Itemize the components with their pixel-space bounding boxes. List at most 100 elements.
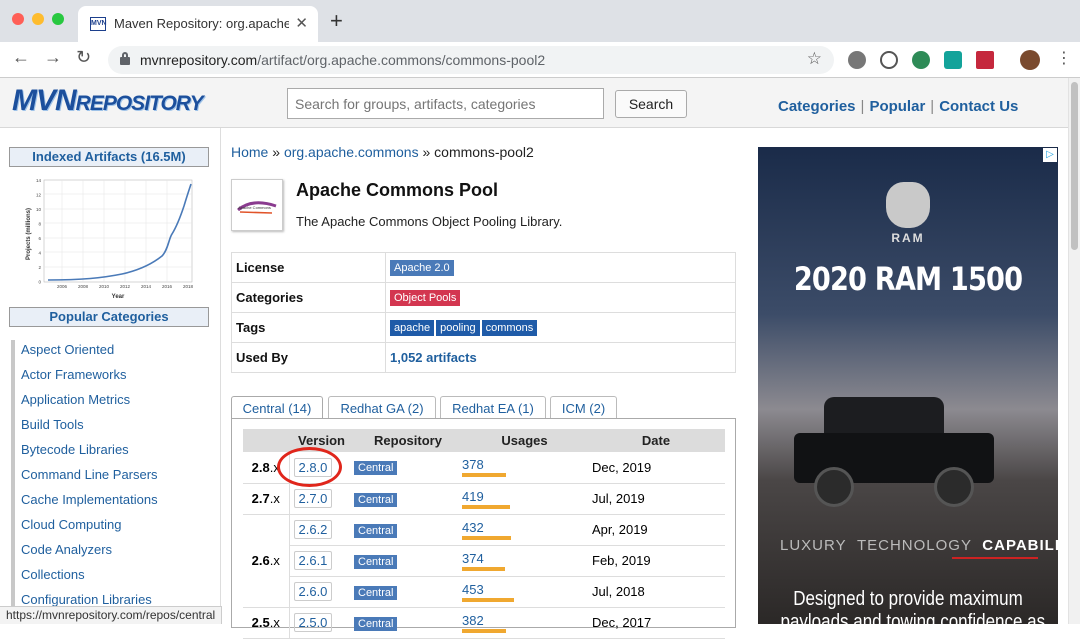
breadcrumb-group[interactable]: org.apache.commons (284, 144, 419, 160)
usage-bar (462, 504, 510, 509)
top-navigation: Categories | Popular | Contact Us (778, 98, 1019, 115)
chart-ytick: 6 (38, 236, 41, 241)
usage-bar (462, 535, 511, 540)
repository-badge[interactable]: Central (354, 492, 398, 507)
nav-contact-link[interactable]: Contact Us (939, 98, 1018, 115)
used-by-link[interactable]: 1,052 artifacts (390, 350, 477, 365)
extension-tomato-icon[interactable] (848, 51, 866, 69)
extension-diamond-icon[interactable] (944, 51, 962, 69)
category-link[interactable]: Build Tools (11, 415, 158, 440)
scrollbar-thumb[interactable] (1071, 82, 1078, 250)
new-tab-button[interactable]: + (330, 8, 343, 34)
highlight-circle (277, 447, 342, 487)
usages-link[interactable]: 453 (462, 582, 484, 597)
ad-footer-line-2: payloads and towing confidence as (780, 611, 1046, 624)
tag-commons[interactable]: commons (481, 320, 538, 336)
release-date: Jul, 2019 (587, 483, 725, 515)
tag-pooling[interactable]: pooling (436, 320, 480, 336)
usages-link[interactable]: 382 (462, 613, 484, 628)
version-link[interactable]: 2.6.1 (293, 551, 333, 570)
indexed-artifacts-title[interactable]: Indexed Artifacts (16.5M) (9, 147, 209, 167)
usages-link[interactable]: 378 (462, 457, 484, 472)
repository-badge[interactable]: Central (354, 461, 398, 476)
usages-link[interactable]: 432 (462, 520, 484, 535)
extension-globe-icon[interactable] (912, 51, 930, 69)
version-row: 2.5.x 2.5.0 Central 382 Dec, 2017 (243, 607, 725, 639)
category-badge[interactable]: Object Pools (390, 290, 461, 306)
category-link[interactable]: Application Metrics (11, 390, 158, 415)
extension-face-icon[interactable] (880, 51, 898, 69)
chart-xtick: 2010 (99, 284, 110, 289)
repository-badge[interactable]: Central (354, 585, 398, 600)
version-link[interactable]: 2.6.0 (293, 582, 333, 601)
bookmark-star-icon[interactable]: ☆ (807, 49, 822, 69)
browser-tab[interactable]: MVN Maven Repository: org.apache.c ✕ (78, 6, 318, 42)
close-window-button[interactable] (12, 13, 24, 25)
ad-info-icon[interactable]: ▷ (1043, 148, 1057, 162)
license-badge[interactable]: Apache 2.0 (390, 260, 454, 276)
tab-icm[interactable]: ICM (2) (550, 396, 617, 419)
release-date: Apr, 2019 (587, 514, 725, 546)
version-group: 2.5.x (243, 607, 290, 639)
category-link[interactable]: Actor Frameworks (11, 365, 158, 390)
maximize-window-button[interactable] (52, 13, 64, 25)
search-button[interactable]: Search (615, 90, 687, 118)
chart-xtick: 2014 (141, 284, 152, 289)
ram-logo-icon (886, 182, 930, 228)
repository-badge[interactable]: Central (354, 523, 398, 538)
main-content: Home » org.apache.commons » commons-pool… (231, 128, 737, 639)
usages-link[interactable]: 419 (462, 489, 484, 504)
header-usages: Usages (462, 429, 587, 452)
artifact-title: Apache Commons Pool (296, 180, 499, 200)
mvnrepository-logo[interactable]: MVNREPOSITORY (12, 84, 204, 120)
minimize-window-button[interactable] (32, 13, 44, 25)
chart-ytick: 4 (38, 251, 41, 256)
usage-bar (462, 628, 506, 633)
version-link[interactable]: 2.7.0 (293, 489, 333, 508)
breadcrumb-home[interactable]: Home (231, 144, 268, 160)
version-link[interactable]: 2.5.0 (293, 613, 333, 632)
category-link[interactable]: Aspect Oriented (11, 340, 158, 365)
category-link[interactable]: Cloud Computing (11, 515, 158, 540)
address-url[interactable]: mvnrepository.com/artifact/org.apache.co… (140, 52, 545, 68)
profile-avatar[interactable] (1020, 50, 1040, 70)
breadcrumb-artifact: commons-pool2 (434, 144, 534, 160)
version-row: 2.6.0 Central 453 Jul, 2018 (243, 576, 725, 608)
breadcrumb: Home » org.apache.commons » commons-pool… (231, 144, 534, 160)
artifact-logo: Apache Commons (231, 179, 283, 231)
advertisement[interactable]: ▷ RAM 2020 RAM 1500 LUXURY TECHNOLOGY CA… (758, 147, 1058, 624)
usages-link[interactable]: 374 (462, 551, 484, 566)
browser-tab-bar: MVN Maven Repository: org.apache.c ✕ + (0, 0, 1080, 42)
ad-footer-line-1: Designed to provide maximum (793, 588, 1023, 610)
category-link[interactable]: Bytecode Libraries (11, 440, 158, 465)
page-scrollbar[interactable] (1068, 78, 1080, 624)
forward-arrow-icon[interactable]: → (44, 47, 62, 68)
version-link[interactable]: 2.6.2 (293, 520, 333, 539)
chart-ytick: 10 (36, 207, 42, 212)
reload-icon[interactable]: ↻ (76, 47, 91, 68)
category-link[interactable]: Collections (11, 565, 158, 590)
chart-xlabel: Year (112, 294, 125, 300)
chart-ytick: 14 (36, 178, 42, 183)
search-input[interactable] (287, 88, 604, 119)
release-date: Dec, 2019 (587, 452, 725, 484)
popular-categories-title[interactable]: Popular Categories (9, 307, 209, 327)
usage-bar (462, 566, 505, 571)
close-tab-icon[interactable]: ✕ (295, 14, 308, 32)
address-bar[interactable]: mvnrepository.com/artifact/org.apache.co… (108, 46, 834, 74)
tab-central[interactable]: Central (14) (231, 396, 323, 419)
nav-popular-link[interactable]: Popular (869, 98, 925, 115)
extension-flag-icon[interactable] (976, 51, 994, 69)
category-link[interactable]: Command Line Parsers (11, 465, 158, 490)
nav-categories-link[interactable]: Categories (778, 98, 856, 115)
category-link[interactable]: Cache Implementations (11, 490, 158, 515)
lock-icon (120, 52, 131, 66)
browser-menu-icon[interactable]: ⋮ (1056, 48, 1072, 68)
repository-badge[interactable]: Central (354, 554, 398, 569)
category-link[interactable]: Code Analyzers (11, 540, 158, 565)
tab-redhat-ea[interactable]: Redhat EA (1) (440, 396, 546, 419)
tag-apache[interactable]: apache (390, 320, 435, 336)
back-arrow-icon[interactable]: ← (12, 47, 30, 68)
chart-xtick: 2018 (183, 284, 194, 289)
tab-redhat-ga[interactable]: Redhat GA (2) (328, 396, 436, 419)
